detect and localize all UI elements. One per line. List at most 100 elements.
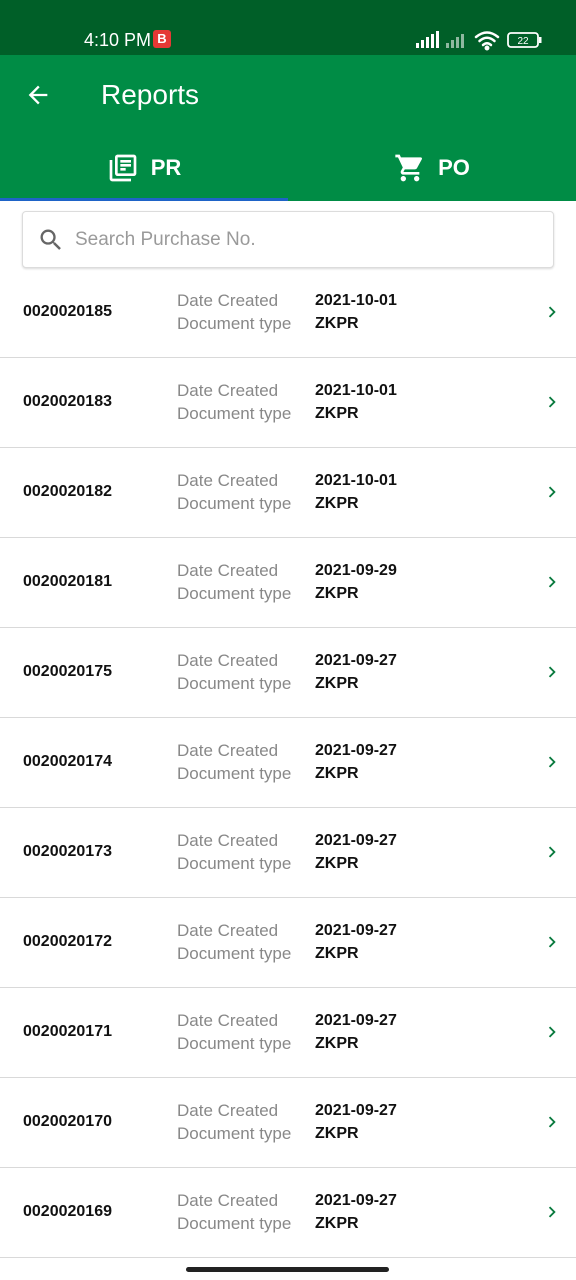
document-type-value: ZKPR: [315, 1035, 359, 1052]
document-number: 0020020170: [23, 1113, 112, 1130]
document-number: 0020020175: [23, 663, 112, 680]
page-title: Reports: [101, 79, 200, 110]
wifi-icon: [474, 31, 500, 51]
date-created-value: 2021-10-01: [315, 292, 397, 309]
tab-pr-label: PR: [150, 155, 182, 180]
date-created-value: 2021-09-27: [315, 742, 397, 759]
document-type-label: Document type: [177, 674, 292, 693]
chevron-right-icon: [548, 1206, 556, 1218]
date-created-value: 2021-09-27: [315, 922, 397, 939]
list-item[interactable]: 0020020183 Date Created Document type 20…: [0, 358, 576, 448]
document-type-value: ZKPR: [315, 675, 359, 692]
list-item[interactable]: 0020020170 Date Created Document type 20…: [0, 1078, 576, 1168]
status-icons: 22: [416, 31, 542, 51]
document-number: 0020020171: [23, 1023, 112, 1040]
date-created-label: Date Created: [177, 741, 279, 760]
date-created-value: 2021-09-27: [315, 1192, 397, 1209]
document-type-value: ZKPR: [315, 495, 359, 512]
list-item[interactable]: 0020020175 Date Created Document type 20…: [0, 628, 576, 718]
chevron-right-icon: [548, 1116, 556, 1128]
tab-po-label: PO: [438, 155, 470, 180]
list-item[interactable]: 0020020181 Date Created Document type 20…: [0, 538, 576, 628]
date-created-value: 2021-10-01: [315, 472, 397, 489]
document-type-label: Document type: [177, 1034, 292, 1053]
cart-icon: [394, 152, 426, 184]
notification-badge: B: [153, 30, 171, 48]
chevron-right-icon: [548, 306, 556, 318]
chevron-right-icon: [548, 486, 556, 498]
document-type-label: Document type: [177, 404, 292, 423]
document-type-label: Document type: [177, 1214, 292, 1233]
date-created-label: Date Created: [177, 291, 279, 310]
document-type-label: Document type: [177, 494, 292, 513]
report-list: 0020020185 Date Created Document type 20…: [0, 268, 576, 1258]
chevron-right-icon: [548, 1026, 556, 1038]
document-number: 0020020181: [23, 573, 112, 590]
document-type-label: Document type: [177, 1124, 292, 1143]
document-number: 0020020183: [23, 393, 112, 410]
date-created-value: 2021-09-27: [315, 832, 397, 849]
date-created-value: 2021-09-27: [315, 652, 397, 669]
date-created-label: Date Created: [177, 921, 279, 940]
document-type-label: Document type: [177, 854, 292, 873]
chevron-right-icon: [548, 756, 556, 768]
status-bar: 4:10 PM B 22: [0, 0, 576, 55]
document-type-label: Document type: [177, 584, 292, 603]
date-created-value: 2021-09-29: [315, 562, 397, 579]
chevron-right-icon: [548, 936, 556, 948]
library-books-icon: [107, 152, 139, 184]
status-time: 4:10 PM: [84, 30, 152, 50]
document-type-value: ZKPR: [315, 585, 359, 602]
battery-icon: 22: [507, 32, 542, 48]
tab-po[interactable]: PO: [288, 135, 576, 201]
list-item[interactable]: 0020020173 Date Created Document type 20…: [0, 808, 576, 898]
app-bar: Reports PR PO: [0, 55, 576, 201]
document-type-value: ZKPR: [315, 1125, 359, 1142]
date-created-value: 2021-10-01: [315, 382, 397, 399]
date-created-label: Date Created: [177, 381, 279, 400]
document-type-value: ZKPR: [315, 1215, 359, 1232]
tab-pr[interactable]: PR: [0, 135, 288, 201]
chevron-right-icon: [548, 396, 556, 408]
date-created-value: 2021-09-27: [315, 1012, 397, 1029]
arrow-left-icon: [28, 85, 48, 105]
document-number: 0020020174: [23, 753, 112, 770]
list-item[interactable]: 0020020172 Date Created Document type 20…: [0, 898, 576, 988]
list-item[interactable]: 0020020171 Date Created Document type 20…: [0, 988, 576, 1078]
chevron-right-icon: [548, 846, 556, 858]
date-created-label: Date Created: [177, 561, 279, 580]
search-box[interactable]: [22, 211, 554, 268]
date-created-label: Date Created: [177, 471, 279, 490]
document-type-label: Document type: [177, 314, 292, 333]
document-number: 0020020169: [23, 1203, 112, 1220]
list-item[interactable]: 0020020174 Date Created Document type 20…: [0, 718, 576, 808]
date-created-label: Date Created: [177, 831, 279, 850]
document-number: 0020020185: [23, 303, 112, 320]
document-type-value: ZKPR: [315, 945, 359, 962]
document-number: 0020020173: [23, 843, 112, 860]
chevron-right-icon: [548, 576, 556, 588]
search-icon: [40, 229, 61, 250]
signal-icon: [416, 31, 439, 48]
list-item[interactable]: 0020020169 Date Created Document type 20…: [0, 1168, 576, 1258]
gesture-nav-bar[interactable]: [186, 1267, 389, 1272]
document-type-label: Document type: [177, 944, 292, 963]
date-created-label: Date Created: [177, 1101, 279, 1120]
document-type-label: Document type: [177, 764, 292, 783]
document-type-value: ZKPR: [315, 855, 359, 872]
document-number: 0020020182: [23, 483, 112, 500]
date-created-label: Date Created: [177, 1011, 279, 1030]
document-number: 0020020172: [23, 933, 112, 950]
tab-indicator: [0, 198, 288, 201]
document-type-value: ZKPR: [315, 315, 359, 332]
document-type-value: ZKPR: [315, 765, 359, 782]
list-item[interactable]: 0020020185 Date Created Document type 20…: [0, 268, 576, 358]
date-created-label: Date Created: [177, 1191, 279, 1210]
battery-level: 22: [517, 36, 529, 47]
chevron-right-icon: [548, 666, 556, 678]
list-item[interactable]: 0020020182 Date Created Document type 20…: [0, 448, 576, 538]
date-created-label: Date Created: [177, 651, 279, 670]
search-input[interactable]: [75, 220, 545, 260]
signal-2-icon: [446, 34, 464, 48]
back-button[interactable]: [18, 75, 58, 115]
